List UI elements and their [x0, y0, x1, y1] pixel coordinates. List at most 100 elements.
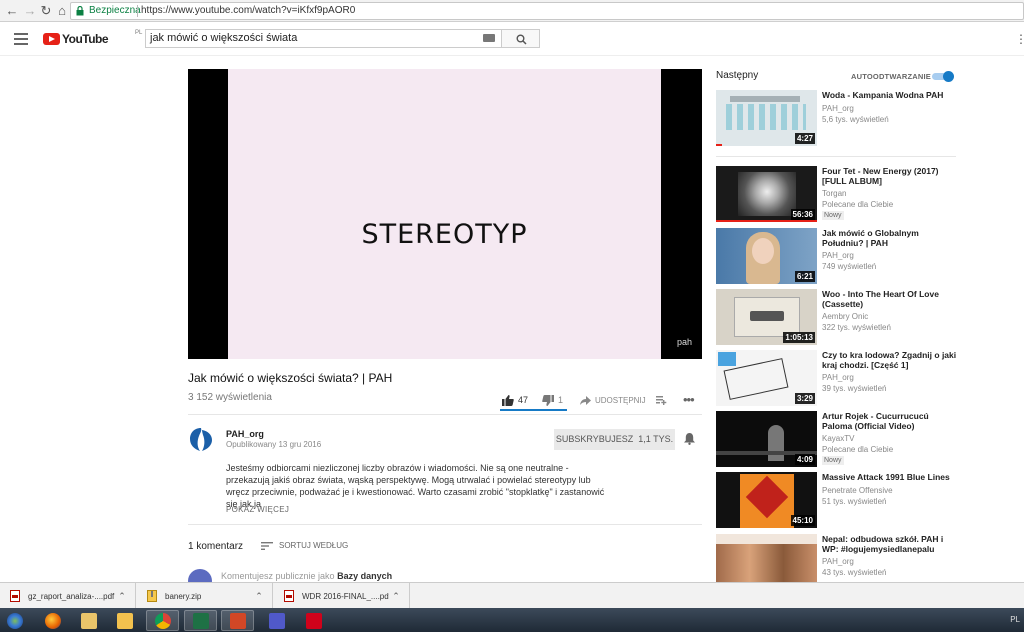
video-thumbnail[interactable]: 45:10 [716, 472, 817, 528]
language-indicator[interactable]: PL [1010, 615, 1020, 624]
recommended-channel: Torgan [822, 189, 847, 198]
video-duration: 4:27 [794, 133, 815, 144]
add-to-playlist-button[interactable] [656, 392, 667, 408]
pah-watermark: pah [676, 337, 692, 347]
comment-input[interactable]: Komentujesz publicznie jako Bazy danych [221, 571, 392, 581]
channel-avatar[interactable] [188, 426, 214, 452]
apps-icon[interactable]: ⋮ [1015, 32, 1024, 46]
download-item[interactable]: gz_raport_analiza-....pdf ⌃ [0, 583, 136, 609]
dislike-count: 1 [558, 395, 564, 405]
show-more-button[interactable]: POKAŻ WIĘCEJ [226, 505, 289, 514]
taskbar-acrobat[interactable] [297, 610, 330, 631]
search-input[interactable]: jak mówić o większości świata [145, 29, 502, 48]
recommended-channel: KayaxTV [822, 434, 855, 443]
autoplay-toggle[interactable] [932, 71, 954, 82]
recommended-video[interactable]: 45:10 Massive Attack 1991 Blue Lines Pen… [716, 472, 956, 530]
share-icon [580, 395, 591, 405]
lock-icon [76, 6, 84, 16]
recommended-views: 5,6 tys. wyświetleń [822, 115, 889, 124]
windows-logo-icon [7, 612, 23, 629]
video-thumbnail[interactable]: 3:29 [716, 350, 817, 406]
excel-icon [192, 612, 209, 629]
menu-icon[interactable] [14, 33, 28, 45]
folder-icon [116, 612, 133, 629]
video-thumbnail[interactable]: 1:05:13 [716, 289, 817, 345]
back-button[interactable]: ← [4, 3, 20, 19]
chevron-up-icon[interactable]: ⌃ [252, 591, 266, 602]
recommended-video[interactable]: 6:21 Jak mówić o Globalnym Południu? | P… [716, 228, 956, 286]
taskbar-excel[interactable] [184, 610, 217, 631]
share-label: UDOSTĘPNIJ [595, 395, 646, 405]
taskbar-powerpoint[interactable] [221, 610, 254, 631]
reload-button[interactable]: ↻ [38, 3, 54, 19]
sort-button[interactable]: SORTUJ WEDŁUG [261, 541, 348, 550]
recommended-views: 749 wyświetleń [822, 262, 877, 271]
video-title: Jak mówić o większości świata? | PAH [188, 371, 393, 385]
comment-placeholder: Komentujesz publicznie jako [221, 571, 335, 581]
recommended-title[interactable]: Nepal: odbudowa szkół. PAH i WP: #loguje… [822, 534, 958, 554]
windows-taskbar: PL [0, 608, 1024, 632]
taskbar-firefox[interactable] [36, 610, 69, 631]
thumbs-down-icon [542, 394, 554, 406]
recommended-video[interactable]: 4:27 Woda - Kampania Wodna PAH PAH_org 5… [716, 90, 956, 148]
like-button[interactable]: 47 [502, 392, 528, 408]
download-item[interactable]: WDR 2016-FINAL_....pdf ⌃ [274, 583, 410, 609]
download-filename: gz_raport_analiza-....pdf [28, 591, 115, 601]
new-badge: Nowy [822, 456, 844, 465]
chevron-up-icon[interactable]: ⌃ [115, 591, 129, 602]
search-button[interactable] [501, 29, 540, 48]
commenter-name: Bazy danych [337, 571, 393, 581]
download-filename: WDR 2016-FINAL_....pdf [302, 591, 389, 601]
video-duration: 1:05:13 [783, 332, 815, 343]
taskbar-chrome[interactable] [146, 610, 179, 631]
recommended-video[interactable]: 56:36 Four Tet - New Energy (2017) [FULL… [716, 166, 956, 224]
like-count: 47 [518, 395, 529, 405]
recommended-title[interactable]: Artur Rojek - Cucurrucucú Paloma (Offici… [822, 411, 958, 431]
video-duration: 56:36 [790, 209, 815, 220]
bell-icon[interactable] [684, 433, 695, 445]
video-duration: 45:10 [790, 515, 815, 526]
video-frame[interactable]: STEREOTYP [228, 69, 661, 359]
recommended-title[interactable]: Jak mówić o Globalnym Południu? | PAH [822, 228, 958, 248]
forward-button[interactable]: → [22, 3, 38, 19]
recommended-views: Polecane dla Ciebie [822, 200, 894, 209]
recommended-video[interactable]: 4:09 Artur Rojek - Cucurrucucú Paloma (O… [716, 411, 956, 469]
video-thumbnail[interactable]: 4:27 [716, 90, 817, 146]
more-actions-icon[interactable]: ••• [683, 391, 695, 407]
recommended-title[interactable]: Four Tet - New Energy (2017) [FULL ALBUM… [822, 166, 958, 186]
taskbar-teams[interactable] [260, 610, 293, 631]
dislike-button[interactable]: 1 [542, 392, 563, 408]
downloads-bar: gz_raport_analiza-....pdf ⌃ banery.zip ⌃… [0, 582, 1024, 609]
recommended-title[interactable]: Massive Attack 1991 Blue Lines [822, 472, 958, 482]
subscribe-button[interactable]: SUBSKRYBUJESZ 1,1 TYS. [554, 429, 675, 450]
download-item[interactable]: banery.zip ⌃ [137, 583, 273, 609]
search-icon [516, 34, 527, 45]
recommended-title[interactable]: Czy to kra lodowa? Zgadnij o jaki kraj c… [822, 350, 958, 370]
recommended-channel: PAH_org [822, 104, 854, 113]
taskbar-explorer[interactable] [108, 610, 141, 631]
recommended-video[interactable]: 3:29 Czy to kra lodowa? Zgadnij o jaki k… [716, 350, 956, 408]
keyboard-icon[interactable] [483, 34, 495, 42]
add-to-playlist-icon [656, 395, 667, 405]
address-bar[interactable]: Bezpieczna https://www.youtube.com/watch… [70, 2, 1024, 20]
channel-name[interactable]: PAH_org [226, 429, 264, 439]
recommended-title[interactable]: Woda - Kampania Wodna PAH [822, 90, 958, 100]
video-description: Jesteśmy odbiorcami niezliczonej liczby … [226, 463, 605, 509]
video-player[interactable]: STEREOTYP pah [188, 69, 702, 359]
home-icon[interactable]: ⌂ [54, 3, 70, 19]
recommended-channel: Penetrate Offensive [822, 486, 893, 495]
video-duration: 3:29 [794, 393, 815, 404]
url-text[interactable]: https://www.youtube.com/watch?v=iKfxf9pA… [141, 3, 355, 19]
share-button[interactable]: UDOSTĘPNIJ [580, 392, 646, 408]
video-thumbnail[interactable]: 6:21 [716, 228, 817, 284]
recommended-video[interactable]: 1:05:13 Woo - Into The Heart Of Love (Ca… [716, 289, 956, 347]
video-thumbnail[interactable]: 56:36 [716, 166, 817, 222]
chevron-up-icon[interactable]: ⌃ [389, 591, 403, 602]
mail-icon [80, 612, 97, 629]
youtube-wordmark: YouTube [62, 32, 109, 46]
video-thumbnail[interactable]: 4:09 [716, 411, 817, 467]
taskbar-mail[interactable] [72, 610, 105, 631]
start-button[interactable] [0, 610, 30, 631]
recommended-views: 51 tys. wyświetleń [822, 497, 887, 506]
recommended-title[interactable]: Woo - Into The Heart Of Love (Cassette) [822, 289, 958, 309]
